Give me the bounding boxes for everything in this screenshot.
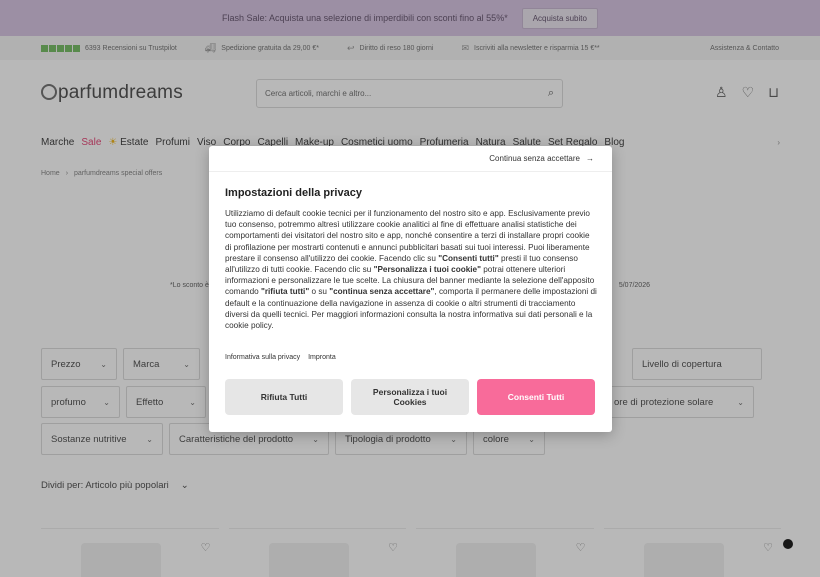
- body-bold: "continua senza accettare": [329, 287, 435, 297]
- modal-top-bar: Continua senza accettare →: [209, 146, 612, 172]
- continue-without-accepting-link[interactable]: Continua senza accettare: [489, 154, 580, 163]
- modal-title: Impostazioni della privacy: [225, 187, 362, 199]
- imprint-link[interactable]: Impronta: [308, 354, 336, 361]
- body-bold: "Personalizza i tuoi cookie": [373, 265, 481, 275]
- body-bold: "Consenti tutti": [438, 253, 499, 263]
- privacy-policy-link[interactable]: Informativa sulla privacy: [225, 354, 300, 361]
- body-part: o su: [309, 287, 330, 297]
- modal-links: Informativa sulla privacy Impronta: [225, 354, 336, 361]
- body-bold: "rifiuta tutti": [260, 287, 310, 297]
- reject-all-button[interactable]: Rifiuta Tutti: [225, 379, 343, 415]
- modal-buttons: Rifiuta Tutti Personalizza i tuoi Cookie…: [225, 379, 595, 415]
- customize-cookies-button[interactable]: Personalizza i tuoi Cookies: [351, 379, 469, 415]
- arrow-right-icon[interactable]: →: [586, 154, 594, 163]
- privacy-modal: Continua senza accettare → Impostazioni …: [209, 146, 612, 432]
- page: Flash Sale: Acquista una selezione di im…: [0, 0, 820, 577]
- modal-body-text: Utilizziamo di default cookie tecnici pe…: [225, 208, 597, 331]
- accept-all-button[interactable]: Consenti Tutti: [477, 379, 595, 415]
